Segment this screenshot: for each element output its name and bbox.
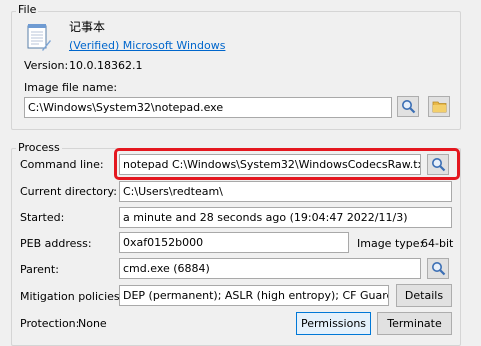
version-value: 10.0.18362.1 [69, 59, 143, 72]
version-label: Version: [24, 59, 69, 72]
details-button[interactable]: Details [396, 284, 452, 307]
mitigation-policies-field[interactable]: DEP (permanent); ASLR (high entropy); CF… [119, 285, 389, 306]
current-directory-label: Current directory: [20, 185, 117, 198]
folder-icon [432, 101, 447, 113]
image-file-field[interactable]: C:\Windows\System32\notepad.exe [24, 97, 392, 118]
permissions-button[interactable]: Permissions [296, 312, 371, 335]
terminate-button[interactable]: Terminate [377, 312, 452, 335]
magnifier-icon [402, 100, 416, 114]
vertical-scrollbar[interactable] [461, 0, 481, 344]
mitigation-policies-label: Mitigation policies: [20, 290, 124, 303]
protection-value: None [78, 317, 107, 330]
file-group-title: File [16, 3, 39, 16]
current-directory-field[interactable]: C:\Users\redteam\ [119, 181, 452, 202]
started-field[interactable]: a minute and 28 seconds ago (19:04:47 20… [119, 207, 452, 228]
parent-label: Parent: [20, 263, 59, 276]
protection-label: Protection: [20, 317, 80, 330]
command-line-highlight [114, 148, 460, 180]
peb-address-label: PEB address: [20, 237, 92, 250]
app-name: 记事本 [69, 20, 106, 34]
notepad-icon [24, 20, 52, 52]
open-folder-button[interactable] [428, 96, 450, 117]
image-type-value: 64-bit [421, 237, 454, 250]
started-label: Started: [20, 211, 65, 224]
verified-publisher-link[interactable]: (Verified) Microsoft Windows [69, 39, 225, 53]
command-line-label: Command line: [20, 158, 104, 171]
image-file-search-button[interactable] [397, 96, 419, 117]
image-file-label: Image file name: [24, 81, 118, 94]
process-group-title: Process [16, 141, 62, 154]
image-type-label: Image type: [357, 237, 424, 250]
peb-address-field[interactable]: 0xaf0152b000 [119, 232, 349, 253]
parent-field[interactable]: cmd.exe (6884) [119, 258, 421, 279]
magnifier-icon [432, 262, 446, 276]
parent-search-button[interactable] [427, 258, 449, 279]
